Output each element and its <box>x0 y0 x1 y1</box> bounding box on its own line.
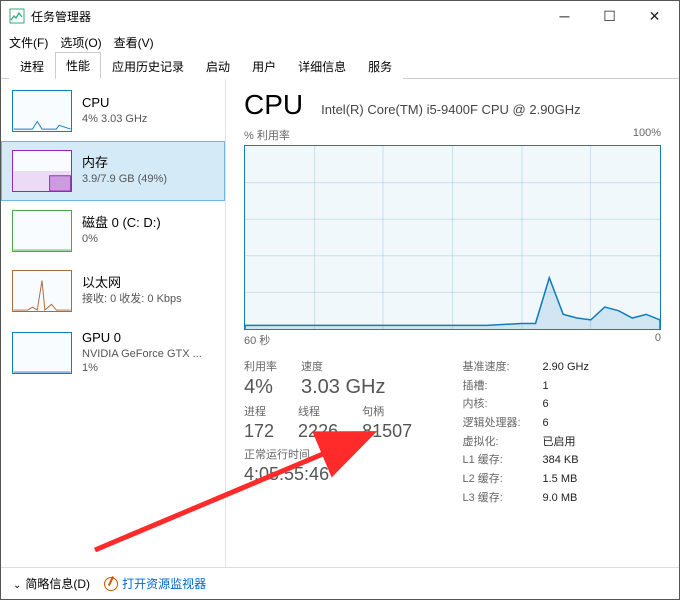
sidebar-item-sub: NVIDIA GeForce GTX ... <box>82 347 202 361</box>
menu-options[interactable]: 选项(O) <box>60 34 101 51</box>
chart-y-label: % 利用率 <box>244 127 290 143</box>
info-key: L3 缓存: <box>463 489 543 508</box>
sidebar-item-cpu[interactable]: CPU4% 3.03 GHz <box>1 81 225 141</box>
sidebar-item-disk[interactable]: 磁盘 0 (C: D:)0% <box>1 201 225 261</box>
tab-processes[interactable]: 进程 <box>9 53 55 79</box>
body: CPU4% 3.03 GHz 内存3.9/7.9 GB (49%) 磁盘 0 (… <box>1 79 679 567</box>
titlebar[interactable]: 任务管理器 ─ ☐ ✕ <box>1 1 679 31</box>
info-key: 插槽: <box>463 377 543 396</box>
info-val: 6 <box>543 414 549 433</box>
util-label: 利用率 <box>244 358 277 374</box>
info-val: 6 <box>543 395 549 414</box>
sidebar: CPU4% 3.03 GHz 内存3.9/7.9 GB (49%) 磁盘 0 (… <box>1 79 226 567</box>
uptime-label: 正常运行时间 <box>244 446 329 462</box>
window-title: 任务管理器 <box>31 8 542 25</box>
chart-y-max: 100% <box>633 127 661 143</box>
chevron-down-icon: ⌄ <box>13 580 21 591</box>
resource-monitor-icon <box>104 577 118 591</box>
footer: ⌄简略信息(D) 打开资源监视器 <box>1 567 679 599</box>
detail-title: CPU <box>244 89 303 121</box>
info-val: 9.0 MB <box>543 489 578 508</box>
sidebar-item-sub: 0% <box>82 232 161 246</box>
stats-left: 利用率 4% 速度 3.03 GHz 进程 172 线程 2226 句柄 81507 正常… <box>244 358 443 508</box>
sidebar-item-sub: 接收: 0 收发: 0 Kbps <box>82 292 182 306</box>
proc-label: 进程 <box>244 403 274 419</box>
tab-services[interactable]: 服务 <box>357 53 403 79</box>
task-manager-window: 任务管理器 ─ ☐ ✕ 文件(F) 选项(O) 查看(V) 进程 性能 应用历史… <box>0 0 680 600</box>
disk-thumb-icon <box>12 210 72 252</box>
gpu-thumb-icon <box>12 332 72 374</box>
sidebar-item-sub: 4% 3.03 GHz <box>82 112 147 126</box>
cpu-thumb-icon <box>12 90 72 132</box>
chart-x-right: 0 <box>655 332 661 348</box>
tabs: 进程 性能 应用历史记录 启动 用户 详细信息 服务 <box>1 53 679 79</box>
thread-value: 2226 <box>298 421 338 442</box>
info-key: L1 缓存: <box>463 451 543 470</box>
sidebar-item-gpu[interactable]: GPU 0NVIDIA GeForce GTX ...1% <box>1 321 225 384</box>
info-key: 基准速度: <box>463 358 543 377</box>
tab-users[interactable]: 用户 <box>241 53 287 79</box>
sidebar-item-label: GPU 0 <box>82 330 202 347</box>
speed-label: 速度 <box>301 358 385 374</box>
tab-performance[interactable]: 性能 <box>55 52 101 79</box>
fewer-details-button[interactable]: ⌄简略信息(D) <box>13 575 90 592</box>
sidebar-item-label: 以太网 <box>82 275 182 292</box>
minimize-button[interactable]: ─ <box>542 1 587 31</box>
app-icon <box>9 8 25 24</box>
sidebar-item-ethernet[interactable]: 以太网接收: 0 收发: 0 Kbps <box>1 261 225 321</box>
ethernet-thumb-icon <box>12 270 72 312</box>
detail-pane: CPU Intel(R) Core(TM) i5-9400F CPU @ 2.9… <box>226 79 679 567</box>
sidebar-item-label: 内存 <box>82 155 167 172</box>
cpu-model: Intel(R) Core(TM) i5-9400F CPU @ 2.90GHz <box>321 102 581 117</box>
cpu-usage-chart[interactable] <box>244 145 661 330</box>
menu-file[interactable]: 文件(F) <box>9 34 48 51</box>
menubar: 文件(F) 选项(O) 查看(V) <box>1 31 679 53</box>
info-val: 2.90 GHz <box>543 358 589 377</box>
proc-value: 172 <box>244 421 274 442</box>
maximize-button[interactable]: ☐ <box>587 1 632 31</box>
menu-view[interactable]: 查看(V) <box>114 34 154 51</box>
sidebar-item-label: 磁盘 0 (C: D:) <box>82 215 161 232</box>
info-key: 内核: <box>463 395 543 414</box>
info-val: 1.5 MB <box>543 470 578 489</box>
open-resource-monitor-link[interactable]: 打开资源监视器 <box>104 575 206 592</box>
memory-thumb-icon <box>12 150 72 192</box>
thread-label: 线程 <box>298 403 338 419</box>
tab-app-history[interactable]: 应用历史记录 <box>101 53 195 79</box>
tab-details[interactable]: 详细信息 <box>287 53 357 79</box>
info-key: 逻辑处理器: <box>463 414 543 433</box>
sidebar-item-sub: 3.9/7.9 GB (49%) <box>82 172 167 186</box>
handle-label: 句柄 <box>362 403 412 419</box>
info-key: 虚拟化: <box>463 433 543 452</box>
handle-value: 81507 <box>362 421 412 442</box>
info-val: 1 <box>543 377 549 396</box>
info-val: 已启用 <box>543 433 576 452</box>
speed-value: 3.03 GHz <box>301 376 385 399</box>
sidebar-item-label: CPU <box>82 95 147 112</box>
info-key: L2 缓存: <box>463 470 543 489</box>
stats-right: 基准速度:2.90 GHz 插槽:1 内核:6 逻辑处理器:6 虚拟化:已启用 … <box>463 358 662 508</box>
sidebar-item-sub2: 1% <box>82 361 202 375</box>
sidebar-item-memory[interactable]: 内存3.9/7.9 GB (49%) <box>1 141 225 201</box>
util-value: 4% <box>244 376 277 399</box>
close-button[interactable]: ✕ <box>632 1 677 31</box>
chart-x-left: 60 秒 <box>244 332 270 348</box>
info-val: 384 KB <box>543 451 579 470</box>
tab-startup[interactable]: 启动 <box>195 53 241 79</box>
uptime-value: 4:05:55:46 <box>244 464 329 485</box>
